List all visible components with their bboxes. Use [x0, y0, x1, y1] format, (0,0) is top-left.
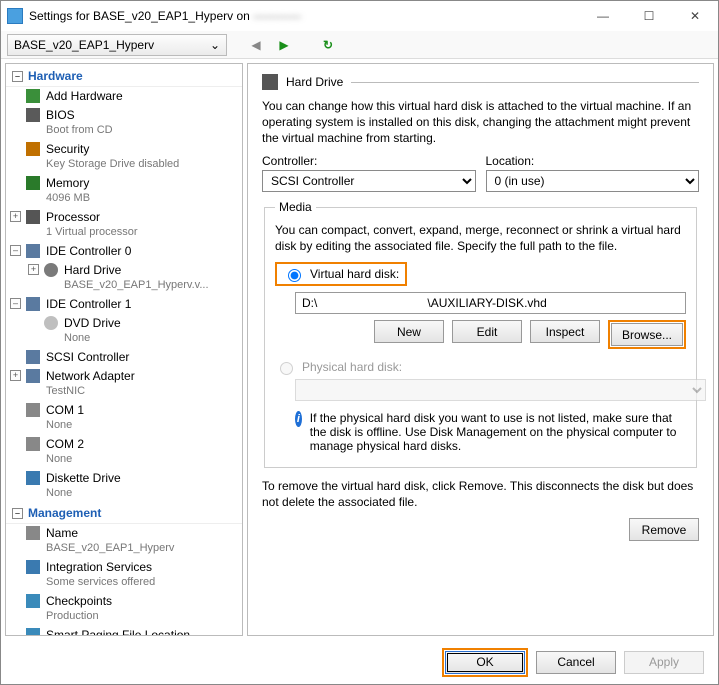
category-management[interactable]: – Management	[6, 503, 242, 524]
chevron-down-icon: ⌄	[210, 38, 220, 52]
category-hardware[interactable]: – Hardware	[6, 66, 242, 87]
detail-panel: Hard Drive You can change how this virtu…	[247, 63, 714, 636]
window-title: Settings for BASE_v20_EAP1_Hyperv on ———…	[29, 9, 580, 23]
refresh-button[interactable]: ↻	[317, 34, 339, 56]
tree-smart-paging[interactable]: Smart Paging File Locationd:\Hyper-V\con…	[6, 626, 242, 636]
collapse-icon[interactable]: –	[10, 298, 21, 309]
edit-button[interactable]: Edit	[452, 320, 522, 343]
settings-window: Settings for BASE_v20_EAP1_Hyperv on ———…	[0, 0, 719, 685]
cancel-button[interactable]: Cancel	[536, 651, 616, 674]
maximize-button[interactable]: ☐	[626, 1, 672, 31]
tree-com2[interactable]: COM 2None	[6, 435, 242, 469]
tree-name[interactable]: NameBASE_v20_EAP1_Hyperv	[6, 524, 242, 558]
tree-add-hardware[interactable]: Add Hardware	[6, 87, 242, 106]
tree-ide1[interactable]: –IDE Controller 1	[6, 295, 242, 314]
controller-select[interactable]: SCSI Controller	[262, 170, 476, 192]
remove-button[interactable]: Remove	[629, 518, 699, 541]
info-text: If the physical hard disk you want to us…	[310, 411, 686, 453]
apply-button: Apply	[624, 651, 704, 674]
collapse-icon[interactable]: –	[12, 71, 23, 82]
physical-radio	[280, 362, 293, 375]
panel-heading: Hard Drive	[286, 75, 343, 89]
physical-disk-select	[295, 379, 706, 401]
browse-button[interactable]: Browse...	[611, 323, 683, 346]
minimize-button[interactable]: —	[580, 1, 626, 31]
vhd-path-input[interactable]	[295, 292, 686, 314]
close-button[interactable]: ✕	[672, 1, 718, 31]
expand-icon[interactable]: +	[10, 370, 21, 381]
location-select[interactable]: 0 (in use)	[486, 170, 700, 192]
tree-memory[interactable]: Memory4096 MB	[6, 174, 242, 208]
collapse-icon[interactable]: –	[12, 508, 23, 519]
location-label: Location:	[486, 154, 700, 168]
media-legend: Media	[275, 200, 316, 214]
hostname-obscured: ————	[253, 9, 301, 23]
settings-tree[interactable]: – Hardware Add Hardware BIOSBoot from CD…	[5, 63, 243, 636]
vhd-radio-label: Virtual hard disk:	[310, 267, 399, 281]
collapse-icon[interactable]: –	[10, 245, 21, 256]
info-icon: i	[295, 411, 302, 427]
ok-button[interactable]: OK	[445, 651, 525, 674]
highlight-browse: Browse...	[608, 320, 686, 349]
tree-bios[interactable]: BIOSBoot from CD	[6, 106, 242, 140]
nav-next-button[interactable]: ▶	[273, 34, 295, 56]
tree-ide0-harddrive[interactable]: +Hard DriveBASE_v20_EAP1_Hyperv.v...	[6, 261, 242, 295]
expand-icon[interactable]: +	[28, 264, 39, 275]
highlight-vhd-radio: Virtual hard disk:	[275, 262, 407, 286]
titlebar: Settings for BASE_v20_EAP1_Hyperv on ———…	[1, 1, 718, 31]
physical-radio-label: Physical hard disk:	[302, 360, 402, 374]
controller-label: Controller:	[262, 154, 476, 168]
vm-selector[interactable]: BASE_v20_EAP1_Hyperv⌄	[7, 34, 227, 56]
tree-network[interactable]: +Network AdapterTestNIC	[6, 367, 242, 401]
new-button[interactable]: New	[374, 320, 444, 343]
tree-ide0[interactable]: –IDE Controller 0	[6, 242, 242, 261]
tree-checkpoints[interactable]: CheckpointsProduction	[6, 592, 242, 626]
tree-scsi[interactable]: SCSI Controller	[6, 348, 242, 367]
highlight-ok: OK	[442, 648, 528, 677]
tree-diskette[interactable]: Diskette DriveNone	[6, 469, 242, 503]
remove-desc: To remove the virtual hard disk, click R…	[262, 478, 699, 510]
inspect-button[interactable]: Inspect	[530, 320, 600, 343]
harddrive-icon	[262, 74, 278, 90]
tree-com1[interactable]: COM 1None	[6, 401, 242, 435]
tree-integration[interactable]: Integration ServicesSome services offere…	[6, 558, 242, 592]
tree-security[interactable]: SecurityKey Storage Drive disabled	[6, 140, 242, 174]
media-desc: You can compact, convert, expand, merge,…	[275, 222, 686, 254]
panel-intro: You can change how this virtual hard dis…	[262, 98, 699, 146]
media-fieldset: Media You can compact, convert, expand, …	[264, 200, 697, 468]
nav-prev-button[interactable]: ◀	[245, 34, 267, 56]
toolbar: BASE_v20_EAP1_Hyperv⌄ ◀ ▶ ↻	[1, 31, 718, 59]
tree-processor[interactable]: +Processor1 Virtual processor	[6, 208, 242, 242]
tree-ide1-dvd[interactable]: DVD DriveNone	[6, 314, 242, 348]
dialog-footer: OK Cancel Apply	[1, 640, 718, 684]
app-icon	[7, 8, 23, 24]
expand-icon[interactable]: +	[10, 211, 21, 222]
vhd-radio[interactable]	[288, 269, 301, 282]
